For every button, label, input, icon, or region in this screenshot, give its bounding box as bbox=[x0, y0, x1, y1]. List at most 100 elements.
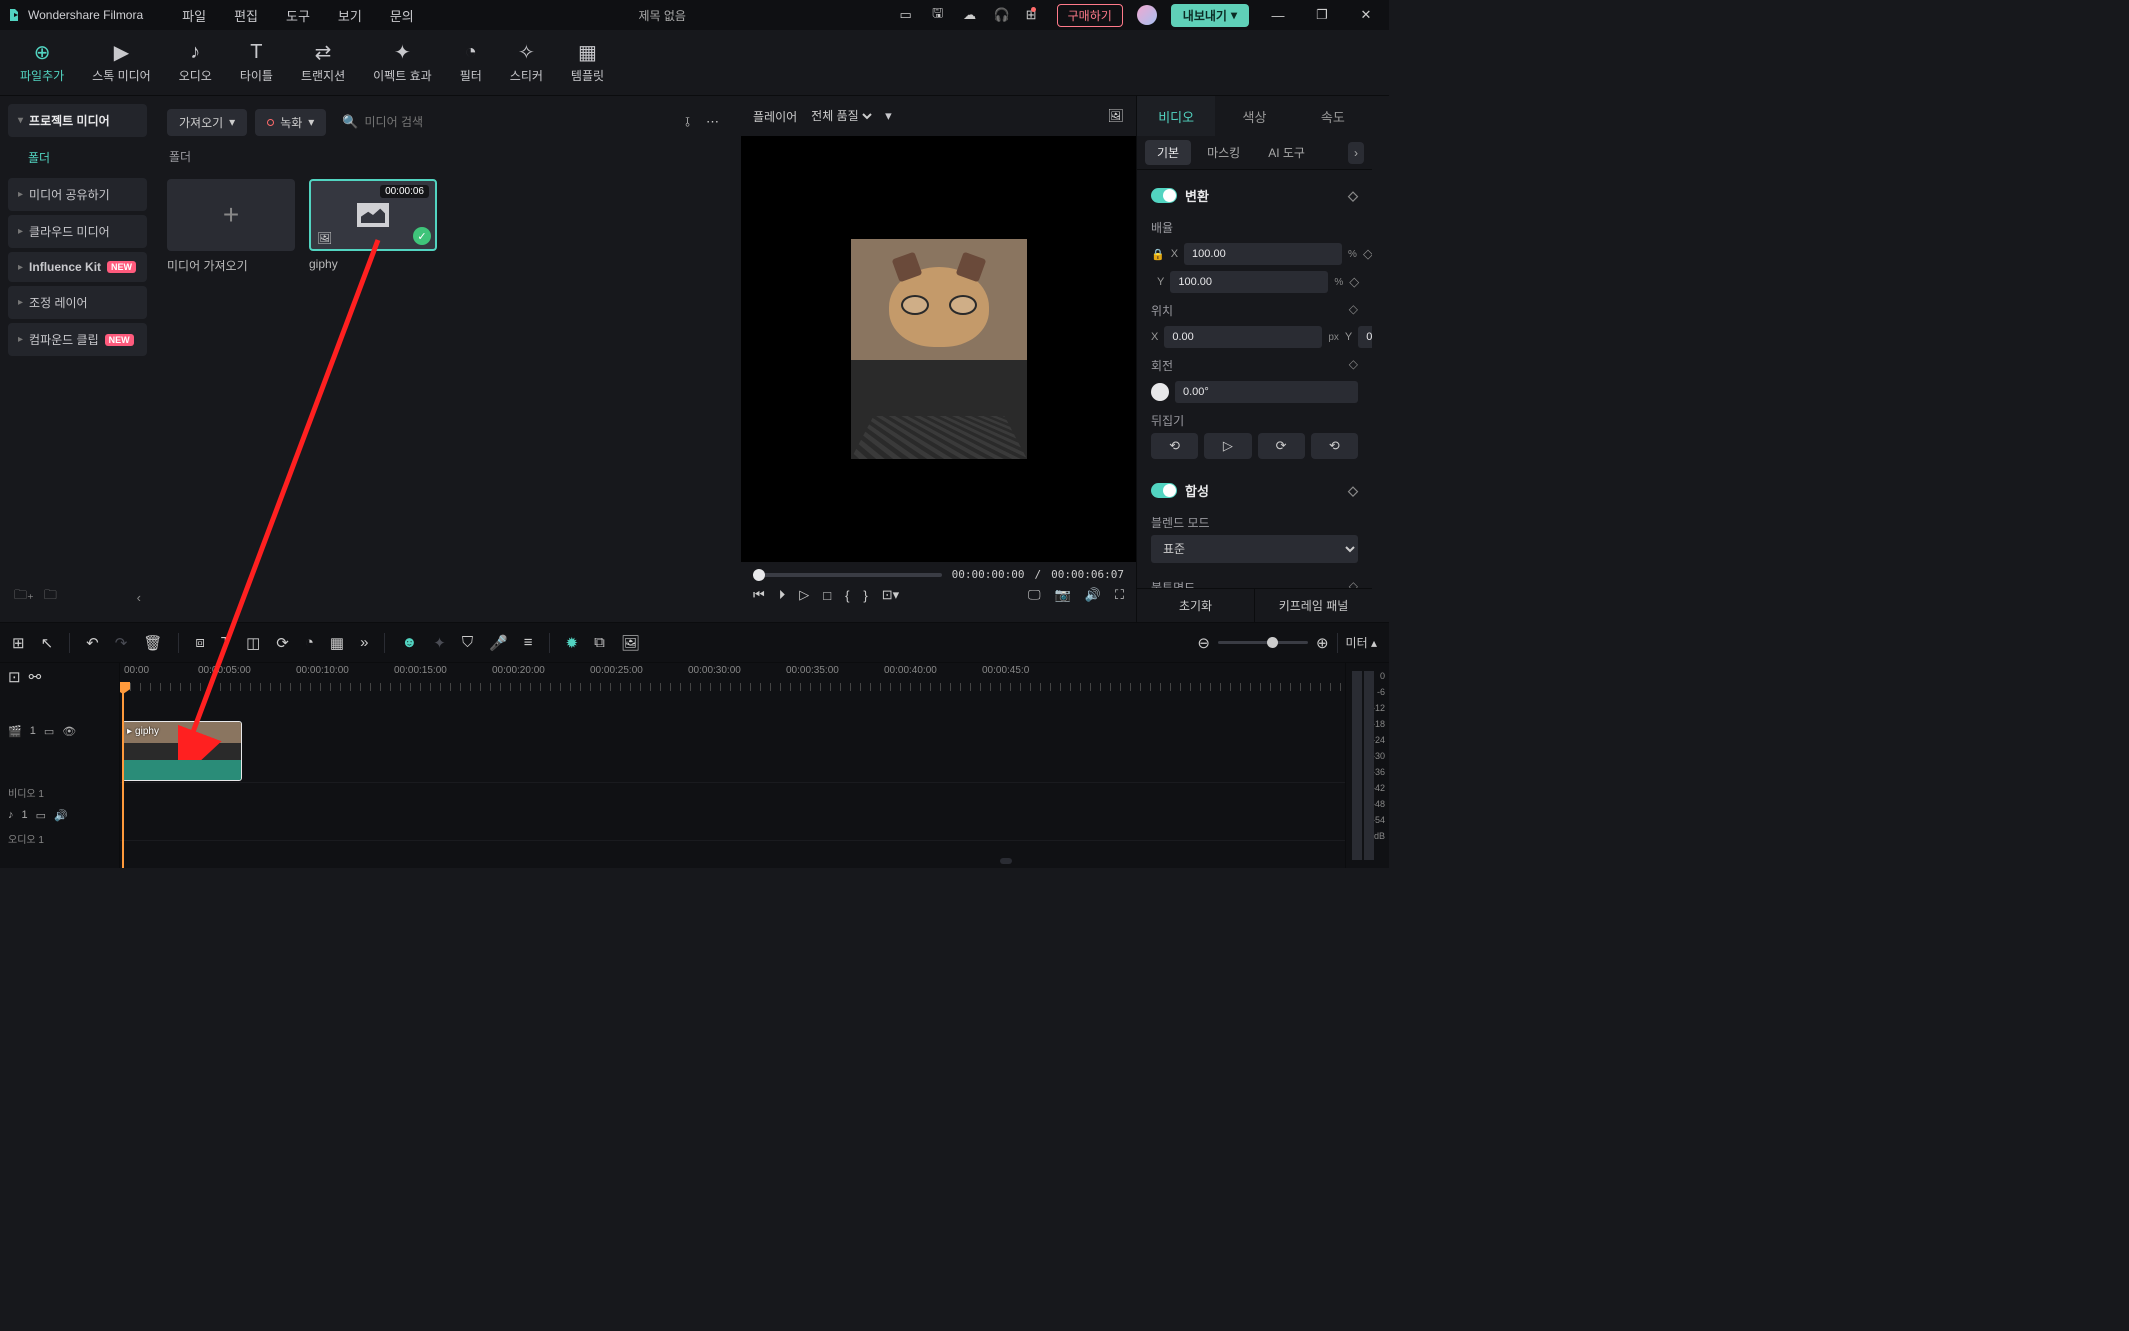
tab-transitions[interactable]: ⇄트랜지션 bbox=[301, 41, 345, 84]
sidebar-share-media[interactable]: ▸미디어 공유하기 bbox=[8, 178, 147, 211]
sidebar-folder[interactable]: 폴더 bbox=[18, 141, 147, 174]
media-search-input[interactable] bbox=[365, 115, 674, 129]
camera-icon[interactable]: 📷 bbox=[1055, 587, 1071, 603]
import-dropdown[interactable]: 가져오기 ▾ bbox=[167, 109, 247, 136]
tl-cut-icon[interactable]: ◫ bbox=[246, 634, 260, 652]
menu-file[interactable]: 파일 bbox=[168, 6, 220, 25]
rotate-cw-button[interactable]: ⟲ bbox=[1311, 433, 1358, 459]
volume-icon[interactable]: 🔊 bbox=[1085, 587, 1101, 603]
scrub-bar[interactable] bbox=[753, 573, 942, 577]
prop-tab-video[interactable]: 비디오 bbox=[1137, 96, 1215, 136]
subtab-more-icon[interactable]: › bbox=[1348, 142, 1364, 164]
kf-position-icon[interactable]: ◇ bbox=[1349, 302, 1358, 319]
tl-fit-icon[interactable]: ⊡ bbox=[8, 668, 21, 686]
media-search[interactable]: 🔍 bbox=[334, 114, 673, 130]
folder-icon[interactable]: 🗀 bbox=[44, 586, 57, 608]
subtab-basic[interactable]: 기본 bbox=[1145, 140, 1191, 165]
tl-undo-icon[interactable]: ↶ bbox=[86, 634, 99, 652]
tl-text-icon[interactable]: T bbox=[221, 634, 230, 651]
kf-opacity-icon[interactable]: ◇ bbox=[1349, 579, 1358, 588]
close-button[interactable]: ✕ bbox=[1351, 7, 1381, 23]
user-avatar[interactable] bbox=[1137, 5, 1157, 25]
more-icon[interactable]: ⋯ bbox=[702, 110, 723, 134]
sidebar-cloud-media[interactable]: ▸클라우드 미디어 bbox=[8, 215, 147, 248]
flip-v-button[interactable]: ▷ bbox=[1204, 433, 1251, 459]
player-canvas[interactable] bbox=[741, 136, 1136, 562]
visibility-icon[interactable]: 👁 bbox=[62, 725, 76, 738]
device-icon[interactable]: ▭ bbox=[897, 6, 915, 24]
mark-out-icon[interactable]: } bbox=[863, 588, 867, 603]
ratio-icon[interactable]: ⊡▾ bbox=[882, 587, 899, 603]
tl-link-icon[interactable]: ⚯ bbox=[29, 668, 42, 686]
view-icon[interactable]: ▭ bbox=[44, 725, 54, 738]
keyframe-transform-icon[interactable]: ◇ bbox=[1348, 188, 1358, 204]
reset-button[interactable]: 초기화 bbox=[1137, 589, 1255, 622]
tl-shield-icon[interactable]: ⛉ bbox=[462, 634, 473, 651]
menu-edit[interactable]: 편집 bbox=[220, 6, 272, 25]
prev-frame-icon[interactable]: ⏮ bbox=[753, 587, 765, 603]
scale-x-input[interactable] bbox=[1184, 243, 1342, 265]
meter-label[interactable]: 미터 ▴ bbox=[1346, 634, 1377, 651]
pos-y-input[interactable] bbox=[1358, 326, 1372, 348]
keyframe-panel-button[interactable]: 키프레임 패널 bbox=[1255, 589, 1372, 622]
timeline-ruler[interactable]: 00:00 00:00:05:00 00:00:10:00 00:00:15:0… bbox=[120, 663, 1345, 691]
record-dropdown[interactable]: 녹화 ▾ bbox=[255, 109, 326, 136]
view-icon[interactable]: ▭ bbox=[36, 809, 46, 822]
menu-view[interactable]: 보기 bbox=[324, 6, 376, 25]
tl-adjust-icon[interactable]: ▦ bbox=[330, 634, 344, 652]
tl-delete-icon[interactable]: 🗑 bbox=[143, 634, 162, 652]
rotation-knob[interactable] bbox=[1151, 383, 1169, 401]
tl-cursor-icon[interactable]: ↖ bbox=[41, 634, 54, 652]
kf-scale-x-icon[interactable]: ◇ bbox=[1363, 246, 1372, 262]
subtab-masking[interactable]: 마스킹 bbox=[1195, 140, 1252, 165]
playhead[interactable] bbox=[122, 690, 124, 868]
tab-filters[interactable]: ◔필터 bbox=[460, 41, 482, 84]
timeline-clip[interactable]: ▸giphy bbox=[122, 721, 242, 781]
tab-stock[interactable]: ▶스톡 미디어 bbox=[92, 41, 151, 84]
export-button[interactable]: 내보내기 ▾ bbox=[1171, 4, 1249, 27]
tl-color-icon[interactable]: ◔ bbox=[305, 634, 314, 651]
tab-stickers[interactable]: ✧스티커 bbox=[510, 41, 543, 84]
lock-scale-icon[interactable]: 🔒 bbox=[1151, 248, 1165, 261]
flip-h-button[interactable]: ⟲ bbox=[1151, 433, 1198, 459]
sidebar-influence-kit[interactable]: ▸Influence KitNEW bbox=[8, 252, 147, 282]
snapshot-settings-icon[interactable]: 🖼 bbox=[1107, 108, 1124, 124]
tab-import[interactable]: ⊕파일추가 bbox=[20, 41, 64, 84]
zoom-in-icon[interactable]: ⊕ bbox=[1316, 634, 1329, 652]
monitor-icon[interactable]: 🖵 bbox=[1028, 587, 1041, 603]
transform-toggle[interactable] bbox=[1151, 188, 1177, 203]
filter-icon[interactable]: ⫱ bbox=[681, 110, 694, 134]
video-track-1[interactable]: ▸giphy bbox=[120, 719, 1345, 783]
mute-icon[interactable]: 🔊 bbox=[54, 809, 68, 822]
tl-speed-icon[interactable]: ⟳ bbox=[276, 634, 289, 652]
scale-y-input[interactable] bbox=[1170, 271, 1328, 293]
buy-button[interactable]: 구매하기 bbox=[1057, 4, 1123, 27]
menu-help[interactable]: 문의 bbox=[376, 6, 428, 25]
tab-audio[interactable]: ♪오디오 bbox=[179, 41, 212, 84]
prop-tab-speed[interactable]: 속도 bbox=[1294, 96, 1372, 136]
kf-composite-icon[interactable]: ◇ bbox=[1348, 483, 1358, 499]
sidebar-project-media[interactable]: ▾프로젝트 미디어 bbox=[8, 104, 147, 137]
prop-tab-color[interactable]: 색상 bbox=[1215, 96, 1293, 136]
maximize-button[interactable]: ❐ bbox=[1307, 7, 1337, 23]
kf-scale-y-icon[interactable]: ◇ bbox=[1349, 274, 1359, 290]
audio-track-1[interactable] bbox=[120, 801, 1345, 841]
collapse-sidebar-icon[interactable]: ‹ bbox=[137, 590, 141, 605]
import-media-card[interactable]: + 미디어 가져오기 bbox=[167, 179, 295, 274]
tab-templates[interactable]: ▦템플릿 bbox=[571, 41, 604, 84]
kf-rotation-icon[interactable]: ◇ bbox=[1349, 357, 1358, 374]
fullscreen-icon[interactable]: ⛶ bbox=[1115, 587, 1124, 603]
tl-expand-icon[interactable]: » bbox=[360, 634, 368, 651]
minimize-button[interactable]: — bbox=[1263, 8, 1293, 23]
play-icon[interactable]: ▷ bbox=[799, 587, 809, 603]
tl-image-icon[interactable]: 🖼 bbox=[621, 634, 640, 652]
tab-titles[interactable]: T타이틀 bbox=[240, 41, 273, 84]
pos-x-input[interactable] bbox=[1164, 326, 1322, 348]
tl-apps-icon[interactable]: ⊞ bbox=[12, 634, 25, 652]
quality-select[interactable]: 전체 품질 bbox=[807, 108, 875, 124]
zoom-out-icon[interactable]: ⊖ bbox=[1197, 634, 1210, 652]
tl-layers-icon[interactable]: ⧉ bbox=[594, 634, 605, 651]
tab-effects[interactable]: ✦이펙트 효과 bbox=[373, 41, 432, 84]
zoom-slider[interactable] bbox=[1218, 641, 1308, 644]
stop-icon[interactable]: □ bbox=[823, 588, 831, 603]
